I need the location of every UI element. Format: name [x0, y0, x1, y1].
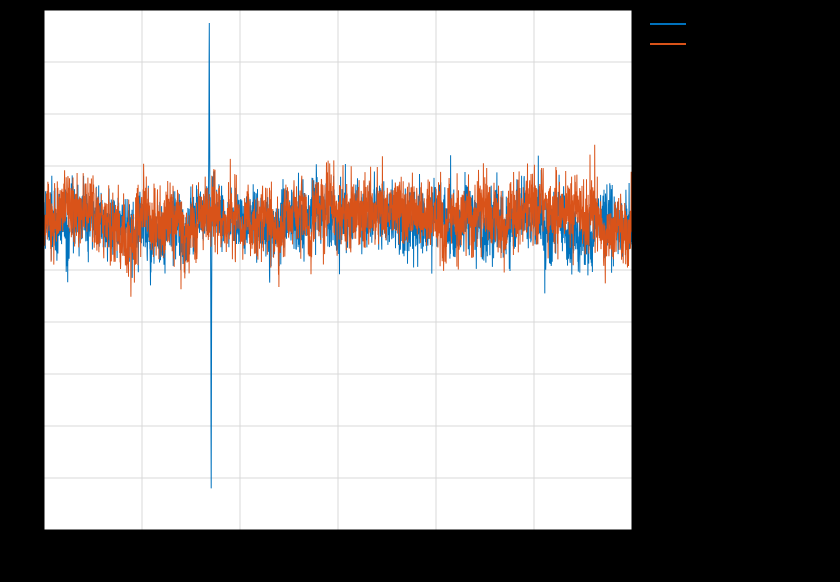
x-tick-label: 6	[628, 539, 636, 555]
x-tick-label: 4	[432, 539, 440, 555]
y-tick-label: -0.2	[10, 314, 34, 330]
legend-label: Driver - Ground	[692, 16, 802, 33]
x-tick-label: 2	[236, 539, 244, 555]
y-tick-label: 0.4	[15, 2, 35, 18]
y-tick-label: -0.1	[10, 262, 34, 278]
y-tick-label: 0.1	[15, 158, 35, 174]
x-tick-label: 3	[334, 539, 342, 555]
y-tick-label: 0.3	[15, 54, 35, 70]
x-tick-label: 1	[138, 539, 146, 555]
y-tick-label: -0.4	[10, 418, 34, 434]
legend-label: Driver - Granite	[692, 36, 801, 53]
y-tick-label: 0.2	[15, 106, 35, 122]
y-tick-label: -0.5	[10, 470, 34, 486]
y-tick-label: -0.3	[10, 366, 34, 382]
chart-svg: 0 1 2 3 4 5 6 -0.6 -0.5 -0.4 -0.3 -0.2 -0.1 0 0.1 0.2 0.…	[0, 0, 840, 582]
x-tick-label: 0	[40, 539, 48, 555]
x-tick-label: 5	[530, 539, 538, 555]
chart-container: 0 1 2 3 4 5 6 -0.6 -0.5 -0.4 -0.3 -0.2 -0.1 0 0.1 0.2 0.…	[0, 0, 840, 582]
y-tick-label: 0	[26, 210, 34, 226]
y-tick-label: -0.6	[10, 522, 34, 538]
